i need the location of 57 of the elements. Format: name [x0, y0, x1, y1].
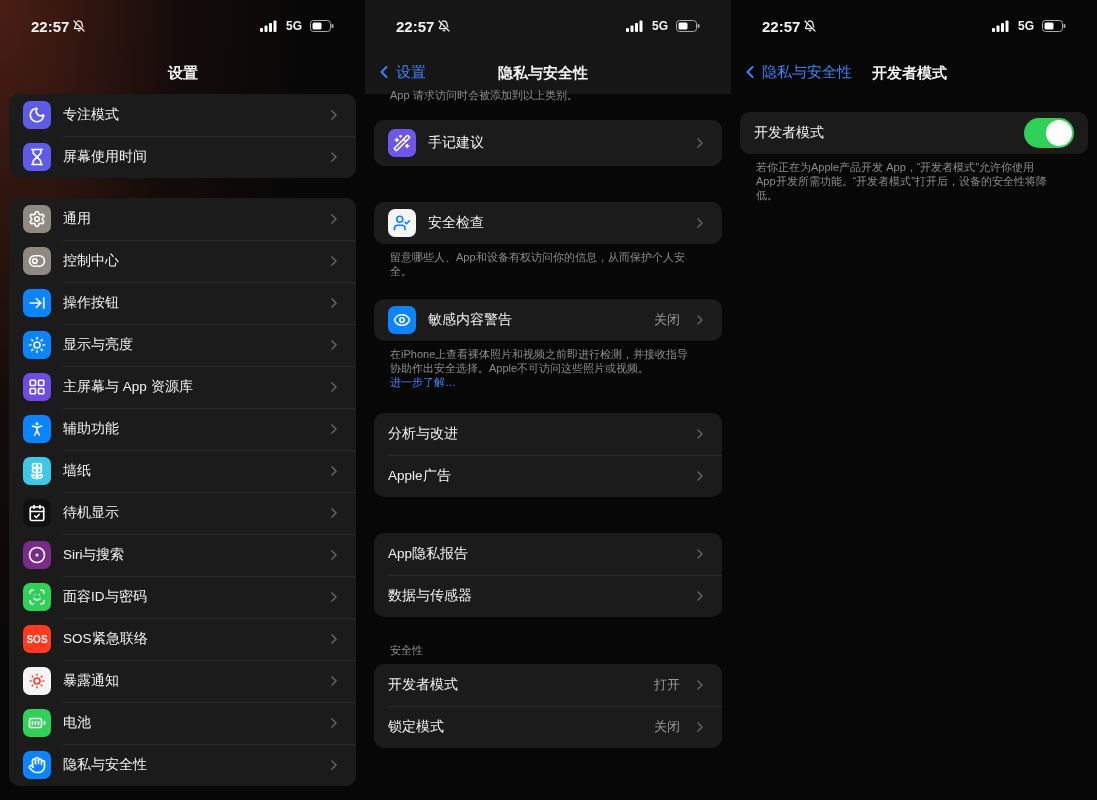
row-value: 关闭: [654, 311, 680, 329]
battery-icon: [676, 20, 700, 32]
row-label[interactable]: 电池: [63, 714, 314, 732]
row-label[interactable]: 敏感内容警告: [428, 311, 642, 329]
bell-off-icon: [804, 20, 817, 32]
row-label[interactable]: Siri与搜索: [63, 546, 314, 564]
status-time: 22:57: [31, 17, 70, 35]
battery-icon: [310, 20, 334, 32]
row-label[interactable]: 开发者模式: [754, 124, 1012, 142]
row-label[interactable]: 锁定模式: [388, 718, 642, 736]
network-label: 5G: [652, 19, 668, 33]
row-label[interactable]: 手记建议: [428, 134, 680, 152]
row-label[interactable]: 暴露通知: [63, 672, 314, 690]
row-value: 关闭: [654, 718, 680, 736]
row-label[interactable]: App隐私报告: [388, 545, 680, 563]
row-value: 打开: [654, 676, 680, 694]
nav-title: 开发者模式: [872, 63, 947, 83]
footer-text: 若你正在为Apple产品开发 App，“开发者模式”允许你使用 App开发所需功能。“开发者模式”打开后，设备的安全性将降低。: [755, 160, 1048, 202]
bell-off-icon: [438, 20, 451, 32]
row-label[interactable]: 辅助功能: [63, 420, 314, 438]
row-label[interactable]: 安全检查: [428, 214, 680, 232]
row-label[interactable]: 控制中心: [63, 252, 314, 270]
row-label[interactable]: 数据与传感器: [388, 587, 680, 605]
back-button[interactable]: 设置: [374, 60, 426, 84]
row-label[interactable]: 开发者模式: [388, 676, 642, 694]
row-label[interactable]: 分析与改进: [388, 425, 680, 443]
row-label[interactable]: SOS紧急联络: [63, 630, 314, 648]
signal-icon: [626, 20, 644, 32]
nav-title: 隐私与安全性: [498, 63, 588, 83]
learn-more-link[interactable]: 进一步了解…: [390, 376, 456, 388]
footer-text: 留意哪些人、App和设备有权访问你的信息，从而保护个人安全。: [389, 250, 686, 278]
battery-icon: [1042, 20, 1066, 32]
row-label[interactable]: 待机显示: [63, 504, 314, 522]
row-label[interactable]: 操作按钮: [63, 294, 314, 312]
status-time: 22:57: [396, 17, 435, 35]
row-label[interactable]: 通用: [63, 210, 314, 228]
network-label: 5G: [1018, 19, 1034, 33]
status-time: 22:57: [762, 17, 801, 35]
signal-icon: [992, 20, 1010, 32]
section-note: App 请求访问时会被添加到以上类别。: [389, 88, 579, 102]
row-label[interactable]: 墙纸: [63, 462, 314, 480]
row-label[interactable]: 屏幕使用时间: [63, 148, 314, 166]
nav-title: 设置: [167, 63, 198, 83]
row-label[interactable]: 主屏幕与 App 资源库: [63, 378, 314, 396]
footer-text: 在iPhone上查看裸体照片和视频之前即进行检测，并接收指导协助作出安全选择。Apple不可访问这些照片或视频。 进一步了解…: [389, 347, 690, 389]
row-label[interactable]: 显示与亮度: [63, 336, 314, 354]
signal-icon: [260, 20, 278, 32]
row-label[interactable]: Apple广告: [388, 467, 680, 485]
row-label[interactable]: 隐私与安全性: [63, 756, 314, 774]
toggle-switch[interactable]: [1024, 118, 1074, 148]
back-button[interactable]: 隐私与安全性: [740, 60, 852, 84]
row-label[interactable]: 面容ID与密码: [63, 588, 314, 606]
section-header: 安全性: [389, 643, 424, 658]
row-label[interactable]: 专注模式: [63, 106, 314, 124]
network-label: 5G: [286, 19, 302, 33]
bell-off-icon: [73, 20, 86, 32]
sos-icon: SOS: [23, 625, 51, 653]
